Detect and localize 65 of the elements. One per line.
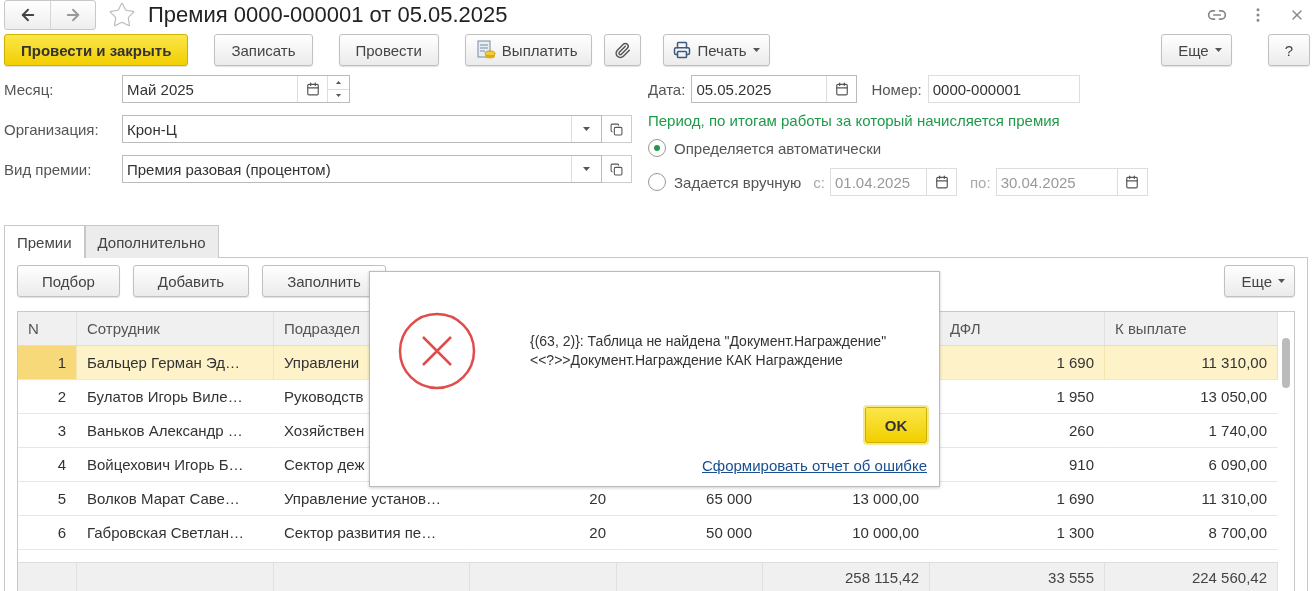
toolbar-button[interactable]: ? (1267, 34, 1310, 66)
more-button[interactable]: Еще (1161, 34, 1232, 66)
section-heading: Период, по итогам работы за который начисляется премия (648, 112, 1061, 129)
column-header[interactable]: Сотрудник (77, 312, 274, 346)
total-cell: 224 560,42 (1105, 562, 1278, 591)
tab[interactable]: Премии (4, 225, 85, 258)
month-field[interactable]: Май 2025 (122, 75, 350, 103)
table-button[interactable]: Добавить (132, 265, 250, 297)
radio-button[interactable] (648, 173, 666, 191)
print-button[interactable]: Печать (663, 34, 770, 66)
caret-icon (1278, 279, 1285, 283)
table-cell: 1 (18, 346, 77, 380)
calendar-icon (305, 82, 320, 96)
error-icon (398, 312, 476, 390)
field-label: по: (970, 173, 991, 191)
radio-button[interactable] (648, 139, 666, 157)
tab[interactable]: Дополнительно (84, 225, 219, 258)
caret-icon (1214, 48, 1222, 52)
table-cell: 11 310,00 (1105, 346, 1278, 380)
toolbar-button[interactable]: Провести (338, 34, 439, 66)
open-window-icon (610, 122, 623, 136)
calendar-icon (834, 82, 849, 96)
field-label: Организация: (4, 120, 100, 138)
caret-icon (752, 48, 760, 52)
caret-icon (583, 127, 590, 131)
ok-button[interactable]: OK (865, 407, 927, 443)
open-window-icon (610, 162, 623, 176)
field-label: Месяц: (4, 80, 55, 98)
error-message: {(63, 2)}: Таблица не найдена "Документ.Награждение" <<?>>Документ.Награждение КАК Награждение (530, 332, 888, 370)
number-field[interactable]: 0000-000001 (927, 75, 1080, 103)
pay-button[interactable]: Выплатить (464, 34, 593, 66)
total-cell: 33 555 (930, 562, 1105, 591)
total-cell: 258 115,42 (763, 562, 930, 591)
more-button[interactable]: Еще (1224, 265, 1295, 297)
post-and-close-button[interactable]: Провести и закрыть (4, 34, 189, 66)
field-label: Дата: (648, 80, 686, 98)
forward-arrow-icon (64, 6, 82, 24)
caret-icon (583, 167, 590, 171)
open-button[interactable] (602, 155, 632, 183)
select-field[interactable]: Крон-Ц (122, 115, 602, 143)
calendar-icon (934, 175, 949, 189)
total-cell (18, 562, 77, 591)
attach-button[interactable] (604, 34, 642, 66)
toolbar-button[interactable]: Записать (214, 34, 313, 66)
field-label: Номер: (871, 80, 922, 98)
printer-icon (673, 41, 692, 59)
open-button[interactable] (602, 115, 632, 143)
radio-label: Определяется автоматически (674, 139, 882, 157)
table-button[interactable]: Подбор (17, 265, 120, 297)
radio-label: Задается вручную (674, 173, 802, 191)
error-report-link[interactable]: Сформировать отчет об ошибке (702, 457, 927, 474)
field-label: с: (813, 173, 825, 191)
column-header[interactable]: N (18, 312, 77, 346)
date-field[interactable]: 05.05.2025 (691, 75, 858, 103)
down-arrow-icon (336, 94, 341, 98)
window-title: Премия 0000-000001 от 05.05.2025 (148, 2, 509, 28)
up-arrow-icon (336, 80, 341, 84)
star-icon[interactable] (108, 1, 136, 29)
select-field[interactable]: Премия разовая (процентом) (122, 155, 602, 183)
calendar-icon (1125, 175, 1140, 189)
paperclip-icon (614, 41, 632, 59)
table-cell: Бальцер Герман Эд… (77, 346, 274, 380)
column-header[interactable]: К выплате (1105, 312, 1278, 346)
document-coins-icon (475, 40, 496, 60)
field-label: Вид премии: (4, 160, 93, 178)
